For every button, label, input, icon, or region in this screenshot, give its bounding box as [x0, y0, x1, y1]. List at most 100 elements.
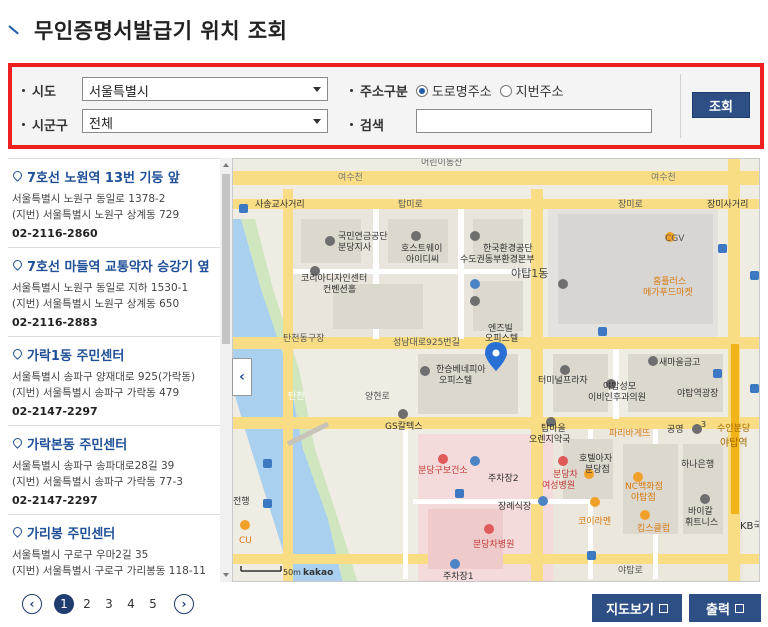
list-item[interactable]: 가리봉 주민센터 서울특별시 구로구 우마2길 35 (지번) 서울특별시 구로구 … — [8, 515, 232, 582]
chevron-left-icon: ‹ — [239, 369, 245, 385]
svg-text:엔즈빌: 엔즈빌 — [488, 323, 513, 334]
svg-text:탄천동구장: 탄천동구장 — [283, 333, 324, 344]
addr-type-label: 주소구분 — [360, 85, 408, 100]
phone-number: 02-2147-2297 — [12, 405, 98, 418]
svg-text:코리아디자인센터: 코리아디자인센터 — [301, 273, 367, 284]
svg-text:GS칼텍스: GS칼텍스 — [385, 421, 423, 432]
road-address: 서울특별시 노원구 동일로 1378-2 — [12, 193, 166, 205]
list-collapse-button[interactable]: ‹ — [232, 358, 252, 396]
list-item-name[interactable]: 7호선 마들역 교통약자 승강기 옆 — [12, 256, 228, 275]
search-button[interactable]: 조회 — [692, 92, 750, 118]
page-4-link[interactable]: 4 — [120, 597, 142, 611]
sigungu-select[interactable]: 전체 — [82, 109, 328, 133]
scroll-thumb[interactable] — [222, 174, 230, 344]
svg-text:이비인후과의원: 이비인후과의원 — [588, 392, 646, 403]
next-page-button[interactable]: › — [174, 594, 194, 614]
sigungu-label: 시군구 — [32, 119, 68, 134]
svg-text:수인분당: 수인분당 — [717, 423, 750, 434]
external-link-icon — [658, 603, 668, 613]
svg-text:50m: 50m — [283, 568, 301, 577]
svg-text:여수천: 여수천 — [651, 171, 676, 183]
svg-text:수도권동부환경본부: 수도권동부환경본부 — [460, 253, 535, 265]
svg-text:사송교사거리: 사송교사거리 — [255, 199, 305, 210]
jibun-address: (지번) 서울특별시 송파구 가락동 479 — [12, 387, 180, 399]
svg-text:오피스텔: 오피스텔 — [439, 374, 472, 386]
svg-text:kakao: kakao — [303, 568, 333, 578]
svg-text:CU: CU — [239, 536, 252, 546]
svg-text:새마을금고: 새마을금고 — [659, 357, 700, 368]
keyword-input[interactable] — [416, 109, 652, 133]
sido-label: 시도 — [32, 85, 56, 100]
svg-text:휘트니스: 휘트니스 — [685, 517, 718, 528]
radio-road-address[interactable]: 도로명주소 — [415, 81, 492, 100]
location-pin-icon — [12, 349, 22, 361]
scroll-up-icon[interactable] — [223, 163, 229, 167]
svg-text:야탑역광장: 야탑역광장 — [677, 387, 718, 399]
scroll-down-icon[interactable] — [223, 573, 229, 577]
list-item[interactable]: 가락본동 주민센터 서울특별시 송파구 송파대로28길 39 (지번) 서울특별시 … — [8, 426, 232, 515]
svg-text:공영: 공영 — [667, 424, 684, 435]
list-scrollbar[interactable] — [220, 158, 232, 582]
radio-checked-icon — [415, 84, 428, 97]
pagination: ‹ 12345 › — [22, 594, 194, 614]
prev-page-button[interactable]: ‹ — [22, 594, 42, 614]
keyword-label: 검색 — [360, 119, 384, 134]
chevron-down-icon — [313, 87, 321, 92]
svg-text:주차장2: 주차장2 — [488, 472, 519, 484]
map-view[interactable]: 어린이동산 여수천 여수천 사송교사거리 탑미로 장미로 장미사거리 국민연금공… — [232, 158, 760, 582]
svg-text:CGV: CGV — [665, 234, 685, 244]
sido-select[interactable]: 서울특별시 — [82, 77, 328, 101]
sido-row: 시도 — [22, 81, 56, 100]
svg-text:장례식장: 장례식장 — [498, 501, 531, 512]
svg-text:국민연금공단: 국민연금공단 — [338, 231, 388, 242]
svg-text:야탑1동: 야탑1동 — [511, 267, 548, 280]
svg-text:KB국: KB국 — [740, 520, 760, 532]
svg-text:장미사거리: 장미사거리 — [707, 199, 748, 210]
jibun-address: (지번) 서울특별시 노원구 상계동 729 — [12, 209, 180, 221]
page-2-link[interactable]: 2 — [76, 597, 98, 611]
svg-text:파리바게뜨: 파리바게뜨 — [609, 428, 650, 439]
list-item-name[interactable]: 7호선 노원역 13번 기둥 앞 — [12, 167, 228, 186]
svg-text:코이라멘: 코이라멘 — [578, 516, 611, 527]
svg-text:여성병원: 여성병원 — [542, 479, 575, 491]
svg-text:한승베네피아: 한승베네피아 — [436, 364, 486, 375]
list-item-name[interactable]: 가리봉 주민센터 — [12, 523, 228, 542]
print-button[interactable]: 출력 — [689, 594, 761, 622]
page-5-link[interactable]: 5 — [142, 597, 164, 611]
svg-text:호텔아자: 호텔아자 — [579, 452, 613, 464]
sigungu-row: 시군구 — [22, 115, 68, 134]
svg-text:야탑점: 야탑점 — [631, 491, 656, 503]
svg-text:분당점: 분당점 — [585, 463, 610, 475]
map-canvas[interactable]: 어린이동산 여수천 여수천 사송교사거리 탑미로 장미로 장미사거리 국민연금공… — [233, 159, 760, 582]
phone-number: 02-2116-2860 — [12, 227, 98, 240]
radio-jibun-address[interactable]: 지번주소 — [499, 81, 564, 100]
svg-text:터미널프라자: 터미널프라자 — [538, 375, 588, 386]
search-form: 시도 서울특별시 시군구 전체 주소구분 도로명주소 지번주소 검색 조회 — [8, 63, 764, 149]
list-item-name[interactable]: 가락본동 주민센터 — [12, 434, 228, 453]
svg-text:NC백화점: NC백화점 — [625, 480, 663, 492]
list-item-name[interactable]: 가락1동 주민센터 — [12, 345, 228, 364]
list-item[interactable]: 7호선 마들역 교통약자 승강기 옆 서울특별시 노원구 동일로 지하 1530-… — [8, 248, 232, 337]
svg-text:장미로: 장미로 — [618, 199, 643, 210]
external-link-icon — [734, 603, 744, 613]
phone-number: 02-2116-2883 — [12, 316, 98, 329]
jibun-address: (지번) 서울특별시 노원구 상계동 650 — [12, 298, 180, 310]
page-1-link[interactable]: 1 — [54, 594, 74, 614]
svg-text:아이디씨: 아이디씨 — [406, 254, 439, 265]
radio-unchecked-icon — [499, 84, 512, 97]
svg-text:바이칼: 바이칼 — [688, 506, 713, 517]
page-title: 무인증명서발급기 위치 조회 — [34, 19, 288, 43]
svg-text:오렌지약국: 오렌지약국 — [529, 433, 570, 445]
list-item[interactable]: 가락1동 주민센터 서울특별시 송파구 양재대로 925(가락동) (지번) 서울특… — [8, 337, 232, 426]
svg-text:분당지사: 분당지사 — [338, 242, 372, 253]
svg-text:컨벤션홀: 컨벤션홀 — [323, 283, 356, 295]
svg-text:킴스클럽: 킴스클럽 — [637, 522, 670, 534]
page-3-link[interactable]: 3 — [98, 597, 120, 611]
list-item[interactable]: 7호선 노원역 13번 기둥 앞서울특별시 노원구 동일로 1378-2 (지번)… — [8, 159, 232, 248]
map-view-button[interactable]: 지도보기 — [592, 594, 682, 622]
svg-text:탄천: 탄천 — [288, 391, 305, 402]
svg-text:분당차: 분당차 — [553, 468, 579, 480]
location-pin-icon — [12, 527, 22, 539]
keyword-row: 검색 — [350, 115, 384, 134]
page-header: 무인증명서발급기 위치 조회 — [8, 12, 287, 48]
